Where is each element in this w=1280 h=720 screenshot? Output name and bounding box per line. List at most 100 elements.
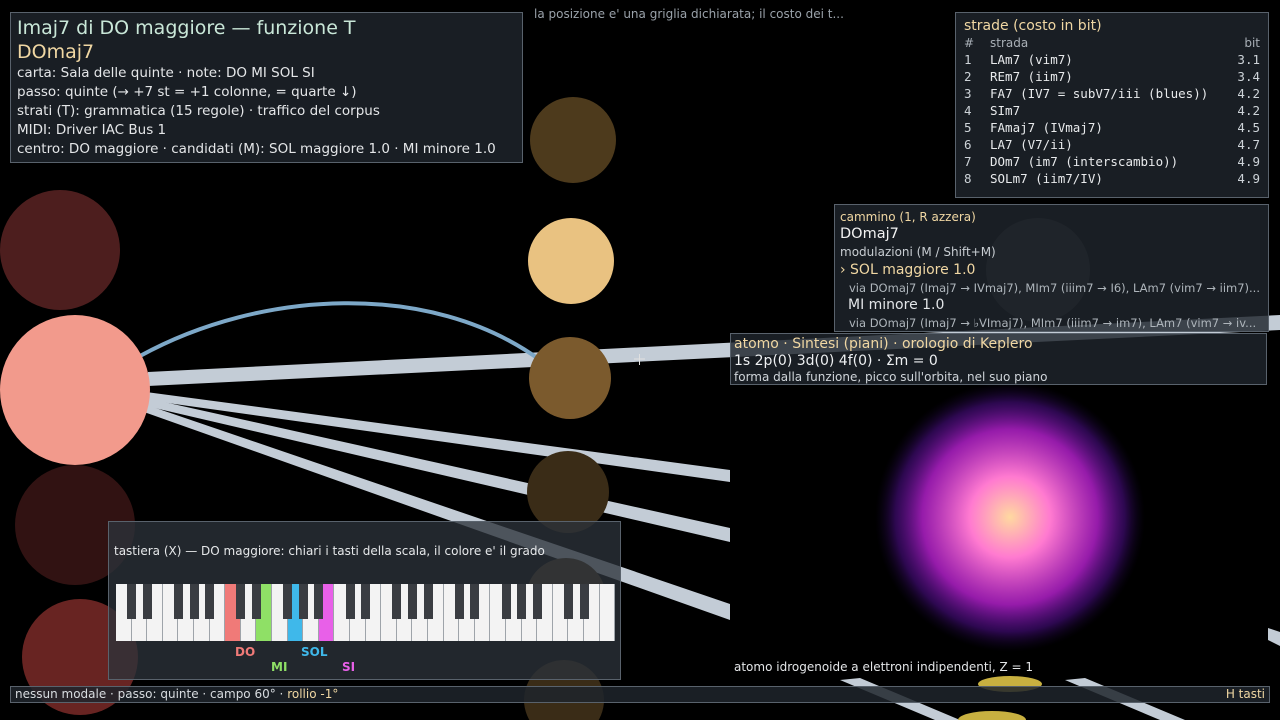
strada-row[interactable]: 3 FA7 (IV7 = subV7/iii (blues)) 4.2 — [964, 86, 1260, 103]
cammino-title: cammino (1, R azzera) — [840, 210, 976, 224]
header-strada: strada — [990, 36, 1029, 50]
node-mid-1[interactable] — [530, 97, 616, 183]
info-line-passo: passo: quinte (→ +7 st = +1 colonne, = q… — [17, 84, 357, 100]
piano-keyboard[interactable] — [116, 584, 616, 641]
black-key[interactable] — [345, 584, 355, 619]
row-number: 1 — [964, 52, 972, 67]
row-strada: REm7 (iim7) — [990, 69, 1073, 84]
row-number: 8 — [964, 171, 972, 186]
black-key[interactable] — [407, 584, 417, 619]
modulation-via-1: via DOmaj7 (Imaj7 → IVmaj7), MIm7 (iiim7… — [849, 281, 1260, 295]
row-bit: 3.4 — [1237, 69, 1260, 84]
electron-cloud — [875, 382, 1145, 652]
black-key[interactable] — [532, 584, 542, 619]
row-bit: 3.1 — [1237, 52, 1260, 67]
black-key[interactable] — [251, 584, 261, 619]
row-strada: SIm7 — [990, 103, 1021, 118]
atomo-configuration: 1s 2p(0) 3d(0) 4f(0) · Σm = 0 — [734, 353, 938, 369]
row-bit: 4.9 — [1237, 171, 1260, 186]
black-key[interactable] — [423, 584, 433, 619]
row-bit: 4.7 — [1237, 137, 1260, 152]
black-key[interactable] — [361, 584, 371, 619]
black-key[interactable] — [298, 584, 308, 619]
row-bit: 4.2 — [1237, 103, 1260, 118]
black-key[interactable] — [579, 584, 589, 619]
tastiera-panel: tastiera (X) — DO maggiore: chiari i tas… — [108, 521, 621, 680]
arc — [139, 301, 542, 362]
strada-row[interactable]: 5 FAmaj7 (IVmaj7) 4.5 — [964, 120, 1260, 137]
black-key[interactable] — [501, 584, 511, 619]
note-label-do: DO — [235, 645, 256, 659]
atomo-note: atomo idrogenoide a elettroni indipenden… — [734, 660, 1034, 674]
row-strada: SOLm7 (iim7/IV) — [990, 171, 1103, 186]
node-mid-3[interactable] — [529, 337, 611, 419]
black-key[interactable] — [392, 584, 402, 619]
strade-header: # strada bit — [964, 36, 1260, 52]
modulation-option-sol-maggiore[interactable]: › SOL maggiore 1.0 — [840, 261, 1263, 280]
strada-row[interactable]: 1 LAm7 (vim7) 3.1 — [964, 52, 1260, 69]
strada-row[interactable]: 6 LA7 (V7/ii) 4.7 — [964, 137, 1260, 154]
black-key[interactable] — [283, 584, 293, 619]
chord-info-panel: Imaj7 di DO maggiore — funzione T DOmaj7… — [10, 12, 523, 163]
row-number: 2 — [964, 69, 972, 84]
strada-row[interactable]: 4 SIm7 4.2 — [964, 103, 1260, 120]
info-line-centro: centro: DO maggiore · candidati (M): SOL… — [17, 141, 496, 157]
black-key[interactable] — [205, 584, 215, 619]
note-label-si: SI — [342, 660, 356, 674]
header-bit: bit — [1244, 36, 1260, 50]
status-left: nessun modale · passo: quinte · campo 60… — [15, 687, 338, 702]
cammino-panel: cammino (1, R azzera) DOmaj7 modulazioni… — [834, 204, 1269, 332]
black-key[interactable] — [517, 584, 527, 619]
modulation-via-2: via DOmaj7 (Imaj7 → ♭VImaj7), MIm7 (iiim… — [849, 316, 1257, 330]
info-line-midi: MIDI: Driver IAC Bus 1 — [17, 122, 167, 138]
note-label-mi: MI — [271, 660, 288, 674]
chord-function-title: Imaj7 di DO maggiore — funzione T — [17, 17, 356, 39]
modulation-option-mi-minore[interactable]: MI minore 1.0 — [840, 296, 1263, 315]
note-label-sol: SOL — [301, 645, 328, 659]
white-key[interactable] — [599, 584, 616, 641]
atomo-panel: atomo · Sintesi (piani) · orologio di Ke… — [730, 333, 1267, 385]
black-key[interactable] — [127, 584, 137, 619]
atomo-subtitle: forma dalla funzione, picco sull'orbita,… — [734, 370, 1048, 384]
tastiera-title: tastiera (X) — DO maggiore: chiari i tas… — [114, 544, 545, 558]
row-strada: LAm7 (vim7) — [990, 52, 1073, 67]
node-mid-2[interactable] — [528, 218, 614, 304]
modulazioni-label: modulazioni (M / Shift+M) — [840, 245, 996, 259]
row-number: 4 — [964, 103, 972, 118]
strada-row[interactable]: 8 SOLm7 (iim7/IV) 4.9 — [964, 171, 1260, 188]
black-key[interactable] — [454, 584, 464, 619]
info-line-strati: strati (T): grammatica (15 regole) · tra… — [17, 103, 380, 119]
status-roll: rollio -1° — [287, 687, 339, 701]
status-info: nessun modale · passo: quinte · campo 60… — [15, 687, 284, 701]
strada-row[interactable]: 2 REm7 (iim7) 3.4 — [964, 69, 1260, 86]
row-strada: FAmaj7 (IVmaj7) — [990, 120, 1103, 135]
row-strada: DOm7 (im7 (interscambio)) — [990, 154, 1179, 169]
row-bit: 4.2 — [1237, 86, 1260, 101]
hint-text: la posizione e' una griglia dichiarata; … — [534, 7, 844, 21]
strade-title: strade (costo in bit) — [964, 18, 1102, 34]
status-bar: nessun modale · passo: quinte · campo 60… — [10, 686, 1270, 703]
black-key[interactable] — [470, 584, 480, 619]
row-number: 3 — [964, 86, 972, 101]
node-do-current[interactable] — [0, 315, 150, 465]
black-key[interactable] — [236, 584, 246, 619]
black-key[interactable] — [173, 584, 183, 619]
row-number: 7 — [964, 154, 972, 169]
strada-row[interactable]: 7 DOm7 (im7 (interscambio)) 4.9 — [964, 154, 1260, 171]
cammino-chord: DOmaj7 — [840, 226, 899, 242]
node-left-top[interactable] — [0, 190, 120, 310]
node-bottom-yellow-2 — [958, 711, 1026, 720]
strade-panel: strade (costo in bit) # strada bit 1 LAm7… — [955, 12, 1269, 198]
black-key[interactable] — [189, 584, 199, 619]
header-number: # — [964, 36, 975, 50]
black-key[interactable] — [563, 584, 573, 619]
black-key[interactable] — [314, 584, 324, 619]
info-line-carta: carta: Sala delle quinte · note: DO MI S… — [17, 65, 315, 81]
row-strada: FA7 (IV7 = subV7/iii (blues)) — [990, 86, 1209, 101]
black-key[interactable] — [142, 584, 152, 619]
row-bit: 4.5 — [1237, 120, 1260, 135]
row-number: 5 — [964, 120, 972, 135]
chord-name: DOmaj7 — [17, 41, 95, 63]
keys-help-button[interactable]: H tasti — [1226, 687, 1265, 702]
row-number: 6 — [964, 137, 972, 152]
